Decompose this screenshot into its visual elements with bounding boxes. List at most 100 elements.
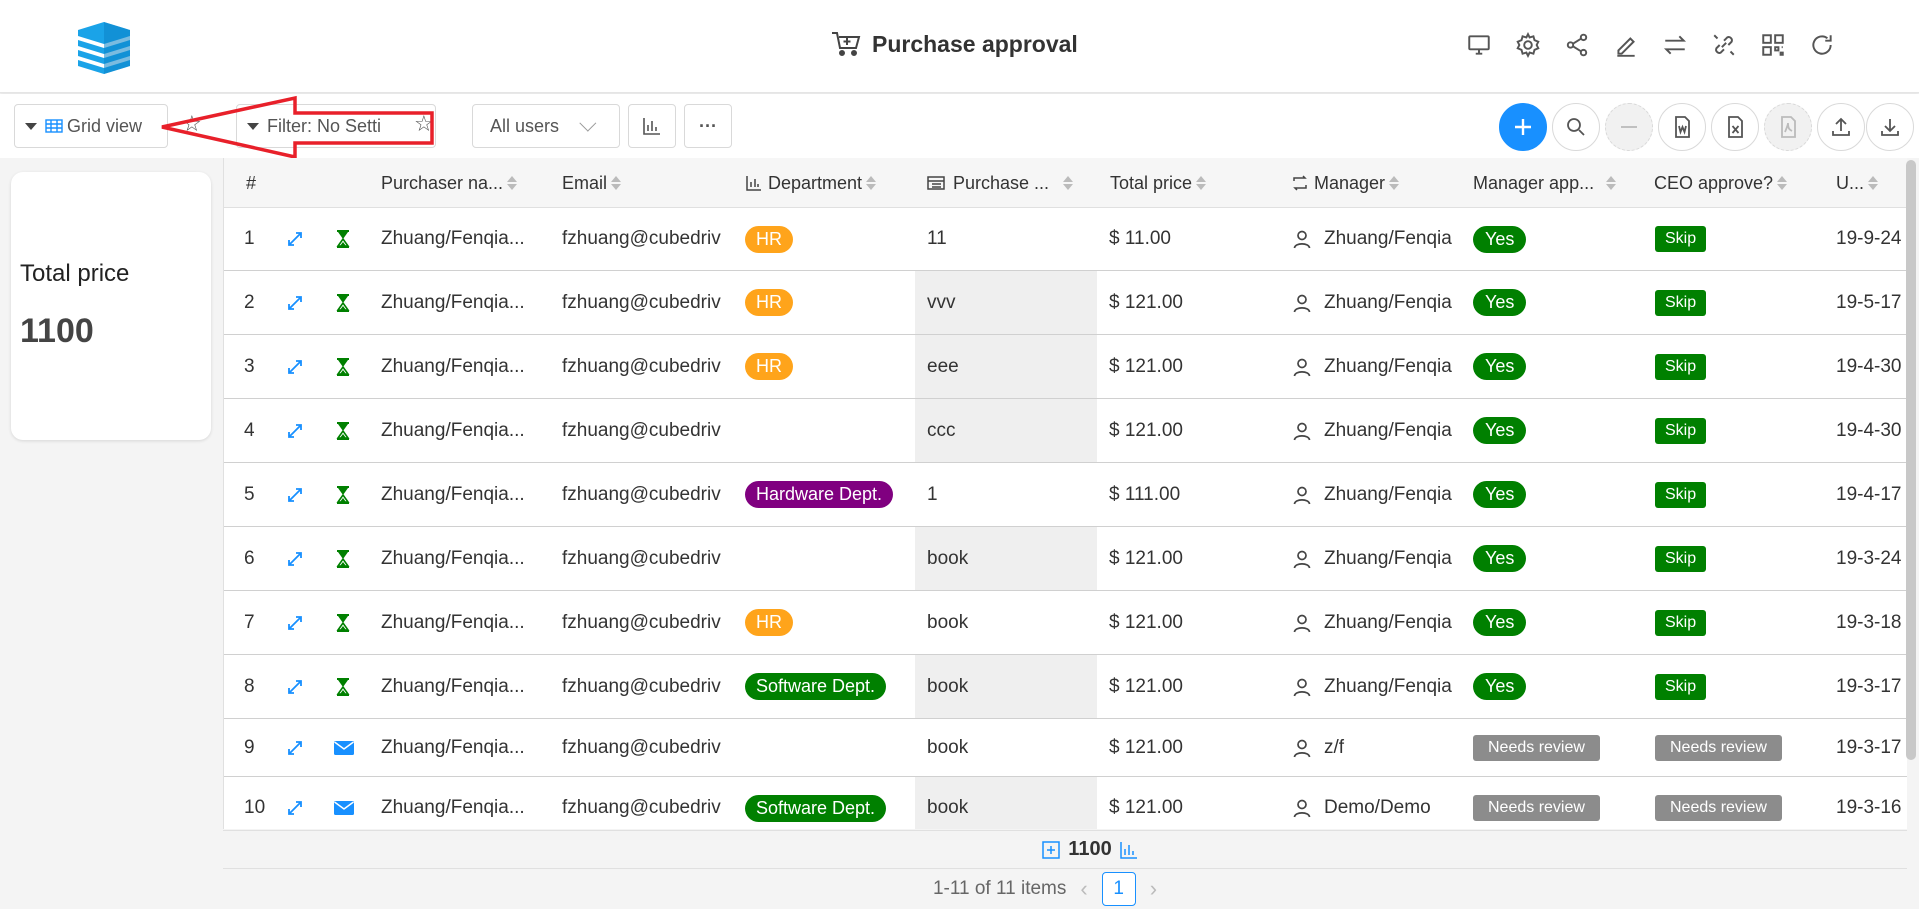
expand-icon[interactable] <box>286 527 304 590</box>
sort-icon[interactable] <box>1063 176 1074 190</box>
expand-icon[interactable] <box>286 463 304 526</box>
manager-cell[interactable]: Zhuang/Fenqia <box>1292 591 1464 654</box>
purchase-cell[interactable]: vvv <box>915 271 1097 334</box>
manager-approve-cell[interactable]: Yes <box>1473 463 1527 526</box>
col-header-department[interactable]: Department <box>746 158 877 208</box>
department-cell[interactable]: Hardware Dept. <box>745 463 894 526</box>
ceo-approve-cell[interactable]: Skip <box>1655 399 1707 462</box>
search-button[interactable] <box>1552 103 1600 151</box>
purchaser-cell[interactable]: Zhuang/Fenqia... <box>381 335 556 398</box>
ceo-approve-cell[interactable]: Skip <box>1655 271 1707 334</box>
manager-cell[interactable]: Zhuang/Fenqia <box>1292 399 1464 462</box>
table-row[interactable]: 3 Zhuang/Fenqia... fzhuang@cubedriv HR eee $ … <box>224 335 1907 399</box>
email-cell[interactable]: fzhuang@cubedriv <box>562 527 739 590</box>
page-1-button[interactable]: 1 <box>1101 872 1136 906</box>
sort-icon[interactable] <box>1196 176 1207 190</box>
total-price-card[interactable]: Total price 1100 <box>11 172 211 440</box>
sort-icon[interactable] <box>611 176 622 190</box>
department-cell[interactable]: HR <box>745 591 793 654</box>
purchaser-cell[interactable]: Zhuang/Fenqia... <box>381 399 556 462</box>
sort-icon[interactable] <box>1777 176 1788 190</box>
updated-cell[interactable]: 19-3-17 <box>1836 719 1906 776</box>
bar-chart-icon[interactable] <box>1119 841 1138 859</box>
prev-page-icon[interactable]: ‹ <box>1080 876 1087 902</box>
updated-cell[interactable]: 19-9-24 <box>1836 208 1906 270</box>
manager-approve-cell[interactable]: Needs review <box>1473 777 1600 829</box>
email-cell[interactable]: fzhuang@cubedriv <box>562 399 739 462</box>
purchase-cell[interactable]: book <box>915 719 1097 776</box>
expand-icon[interactable] <box>286 719 304 776</box>
expand-icon[interactable] <box>286 399 304 462</box>
department-cell[interactable]: HR <box>745 271 793 334</box>
sum-icon[interactable] <box>1042 840 1061 859</box>
table-row[interactable]: 4 Zhuang/Fenqia... fzhuang@cubedriv ccc $ 12… <box>224 399 1907 463</box>
total-price-cell[interactable]: $ 111.00 <box>1109 463 1284 526</box>
total-price-cell[interactable]: $ 121.00 <box>1109 399 1284 462</box>
refresh-icon[interactable] <box>1805 28 1839 62</box>
purchase-cell[interactable]: book <box>915 777 1097 829</box>
export-pdf-button[interactable] <box>1764 103 1812 151</box>
gear-icon[interactable] <box>1511 28 1545 62</box>
updated-cell[interactable]: 19-3-16 <box>1836 777 1906 829</box>
upload-button[interactable] <box>1817 103 1865 151</box>
desktop-icon[interactable] <box>1462 28 1496 62</box>
total-price-cell[interactable]: $ 121.00 <box>1109 527 1284 590</box>
manager-cell[interactable]: Zhuang/Fenqia <box>1292 271 1464 334</box>
total-price-cell[interactable]: $ 121.00 <box>1109 777 1284 829</box>
manager-approve-cell[interactable]: Yes <box>1473 591 1527 654</box>
department-cell[interactable]: HR <box>745 335 793 398</box>
col-header-purchaser[interactable]: Purchaser na... <box>381 158 518 208</box>
ceo-approve-cell[interactable]: Skip <box>1655 335 1707 398</box>
edit-icon[interactable] <box>1609 28 1643 62</box>
next-page-icon[interactable]: › <box>1150 876 1157 902</box>
table-row[interactable]: 7 Zhuang/Fenqia... fzhuang@cubedriv HR book $… <box>224 591 1907 655</box>
email-cell[interactable]: fzhuang@cubedriv <box>562 463 739 526</box>
purchaser-cell[interactable]: Zhuang/Fenqia... <box>381 463 556 526</box>
purchaser-cell[interactable]: Zhuang/Fenqia... <box>381 271 556 334</box>
email-cell[interactable]: fzhuang@cubedriv <box>562 208 739 270</box>
manager-approve-cell[interactable]: Yes <box>1473 655 1527 718</box>
total-price-cell[interactable]: $ 121.00 <box>1109 335 1284 398</box>
col-header-num[interactable]: # <box>246 158 256 208</box>
purchaser-cell[interactable]: Zhuang/Fenqia... <box>381 527 556 590</box>
department-cell[interactable] <box>745 719 915 776</box>
share-icon[interactable] <box>1560 28 1594 62</box>
col-header-ceo-approve[interactable]: CEO approve? <box>1654 158 1788 208</box>
logo-icon[interactable] <box>72 20 136 80</box>
purchaser-cell[interactable]: Zhuang/Fenqia... <box>381 591 556 654</box>
table-row[interactable]: 9 Zhuang/Fenqia... fzhuang@cubedriv book $ 1… <box>224 719 1907 777</box>
purchase-cell[interactable]: eee <box>915 335 1097 398</box>
department-cell[interactable] <box>745 399 915 462</box>
department-cell[interactable]: Software Dept. <box>745 777 887 829</box>
manager-cell[interactable]: z/f <box>1292 719 1464 776</box>
switch-icon[interactable] <box>1658 28 1692 62</box>
email-cell[interactable]: fzhuang@cubedriv <box>562 719 739 776</box>
manager-cell[interactable]: Zhuang/Fenqia <box>1292 527 1464 590</box>
purchase-cell[interactable]: 1 <box>915 463 1097 526</box>
expand-icon[interactable] <box>286 591 304 654</box>
updated-cell[interactable]: 19-4-30 <box>1836 399 1906 462</box>
sort-icon[interactable] <box>1606 176 1617 190</box>
total-price-cell[interactable]: $ 121.00 <box>1109 719 1284 776</box>
add-record-button[interactable] <box>1499 103 1547 151</box>
ceo-approve-cell[interactable]: Skip <box>1655 527 1707 590</box>
ceo-approve-cell[interactable]: Needs review <box>1655 719 1782 776</box>
department-cell[interactable] <box>745 527 915 590</box>
total-price-cell[interactable]: $ 121.00 <box>1109 271 1284 334</box>
table-row[interactable]: 1 Zhuang/Fenqia... fzhuang@cubedriv HR 11 $ 1… <box>224 208 1907 271</box>
manager-approve-cell[interactable]: Yes <box>1473 527 1527 590</box>
manager-cell[interactable]: Demo/Demo <box>1292 777 1464 829</box>
sort-icon[interactable] <box>1868 176 1879 190</box>
export-excel-button[interactable] <box>1711 103 1759 151</box>
purchaser-cell[interactable]: Zhuang/Fenqia... <box>381 655 556 718</box>
table-row[interactable]: 8 Zhuang/Fenqia... fzhuang@cubedriv Softwar… <box>224 655 1907 719</box>
expand-icon[interactable] <box>286 208 304 270</box>
updated-cell[interactable]: 19-4-17 <box>1836 463 1906 526</box>
col-header-purchase[interactable]: Purchase ... <box>927 158 1074 208</box>
link-icon[interactable] <box>1707 28 1741 62</box>
sort-icon[interactable] <box>507 176 518 190</box>
purchaser-cell[interactable]: Zhuang/Fenqia... <box>381 719 556 776</box>
ceo-approve-cell[interactable]: Skip <box>1655 591 1707 654</box>
expand-icon[interactable] <box>286 271 304 334</box>
email-cell[interactable]: fzhuang@cubedriv <box>562 777 739 829</box>
